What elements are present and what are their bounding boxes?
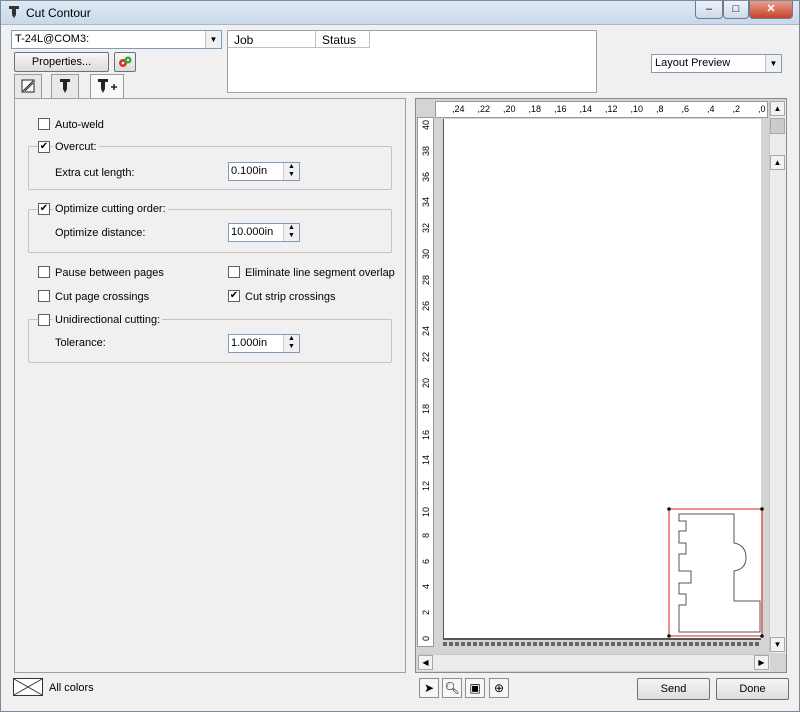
cut-strip-crossings-label: Cut strip crossings — [245, 291, 336, 303]
pointer-tool[interactable]: ➤ — [419, 678, 439, 698]
close-button[interactable]: ✕ — [749, 1, 793, 19]
optimize-label: Optimize cutting order: — [53, 203, 168, 215]
scroll-up-button[interactable]: ▲ — [770, 101, 785, 116]
layout-preview[interactable]: ,24,22,20,18,16,14,12,10,8,6,4,2,0 40 38 3… — [415, 98, 787, 673]
chevron-down-icon: ▼ — [205, 31, 221, 48]
tab-blade[interactable] — [51, 74, 79, 98]
extra-cut-length-value: 0.100in — [231, 165, 268, 177]
tolerance-label: Tolerance: — [55, 337, 106, 349]
contour-shape — [678, 513, 761, 633]
contour-graphic[interactable] — [416, 99, 788, 674]
maximize-button[interactable]: □ — [723, 1, 749, 19]
job-list[interactable]: Job Status — [227, 30, 597, 93]
scroll-down-button[interactable]: ▼ — [770, 637, 785, 652]
auto-weld-label: Auto-weld — [55, 119, 104, 131]
status-column-header[interactable]: Status — [316, 31, 370, 48]
cut-page-crossings-checkbox[interactable] — [38, 290, 50, 302]
unidirectional-checkbox[interactable] — [38, 314, 50, 326]
contour-options-panel: Auto-weld ✔ Overcut: Extra cut length: 0… — [14, 98, 406, 673]
pause-pages-checkbox[interactable] — [38, 266, 50, 278]
pause-pages-label: Pause between pages — [55, 267, 164, 279]
eliminate-overlap-label: Eliminate line segment overlap — [245, 267, 395, 279]
title-bar: Cut Contour – □ ✕ — [1, 1, 799, 25]
selection-box — [668, 508, 763, 637]
scroll-right-button[interactable]: ▶ — [754, 655, 769, 670]
optimize-distance-label: Optimize distance: — [55, 227, 146, 239]
scroll-up-small-button[interactable]: ▲ — [770, 155, 785, 170]
scroll-thumb[interactable] — [770, 118, 785, 134]
zoom-icon: 🔍︎ — [444, 681, 460, 695]
window-title: Cut Contour — [26, 6, 91, 20]
eliminate-overlap-checkbox[interactable] — [228, 266, 240, 278]
scroll-left-button[interactable]: ◀ — [418, 655, 433, 670]
horizontal-scrollbar[interactable]: ◀ ▶ — [418, 654, 770, 671]
minimize-button[interactable]: – — [695, 1, 723, 19]
tolerance-field[interactable]: 1.000in ▲ ▼ — [228, 334, 300, 353]
chevron-down-icon: ▼ — [765, 55, 781, 72]
device-select-value: T-24L@COM3: — [15, 33, 90, 45]
auto-weld-checkbox[interactable] — [38, 118, 50, 130]
tab-contour[interactable] — [90, 74, 124, 99]
gears-icon — [117, 56, 133, 73]
optimize-distance-field[interactable]: 10.000in ▲ ▼ — [228, 223, 300, 242]
extra-cut-length-field[interactable]: 0.100in ▲ ▼ — [228, 162, 300, 181]
pointer-icon: ➤ — [423, 681, 435, 695]
overcut-checkbox[interactable]: ✔ — [38, 141, 50, 153]
unidirectional-label: Unidirectional cutting: — [53, 314, 163, 326]
all-colors-icon — [13, 678, 43, 699]
cut-strip-crossings-checkbox[interactable]: ✔ — [228, 290, 240, 302]
stepper-arrows-icon[interactable]: ▲ ▼ — [283, 335, 299, 352]
all-colors-label: All colors — [49, 682, 94, 694]
properties-button[interactable]: Properties... — [14, 52, 109, 72]
stepper-arrows-icon[interactable]: ▲ ▼ — [283, 163, 299, 180]
done-button[interactable]: Done — [716, 678, 789, 700]
zoom-all-tool[interactable]: ⊕ — [489, 678, 509, 698]
preview-mode-select[interactable]: Layout Preview ▼ — [651, 54, 782, 73]
cut-page-crossings-label: Cut page crossings — [55, 291, 150, 303]
zoom-all-icon: ⊕ — [493, 681, 505, 695]
tolerance-value: 1.000in — [231, 337, 268, 349]
tab-paper[interactable] — [14, 74, 42, 98]
vertical-scrollbar[interactable]: ▲ ▲ ▼ — [769, 101, 786, 653]
fit-page-tool[interactable]: ▣ — [465, 678, 485, 698]
optimize-distance-value: 10.000in — [231, 226, 274, 238]
footer-bar: All colors ➤ 🔍︎ ▣ ⊕ Send Done — [1, 676, 799, 711]
device-select[interactable]: T-24L@COM3: ▼ — [11, 30, 222, 49]
stepper-arrows-icon[interactable]: ▲ ▼ — [283, 224, 299, 241]
color-settings-button[interactable] — [114, 52, 136, 72]
overcut-label: Overcut: — [53, 141, 99, 153]
fit-page-icon: ▣ — [469, 681, 481, 695]
send-button[interactable]: Send — [637, 678, 710, 700]
preview-mode-value: Layout Preview — [655, 57, 731, 69]
extra-cut-length-label: Extra cut length: — [55, 167, 135, 179]
app-icon — [7, 5, 21, 19]
job-column-header[interactable]: Job — [228, 31, 316, 48]
cut-contour-window: Cut Contour – □ ✕ T-24L@COM3: ▼ Properti… — [0, 0, 800, 712]
optimize-checkbox[interactable]: ✔ — [38, 203, 50, 215]
zoom-tool[interactable]: 🔍︎ — [442, 678, 462, 698]
